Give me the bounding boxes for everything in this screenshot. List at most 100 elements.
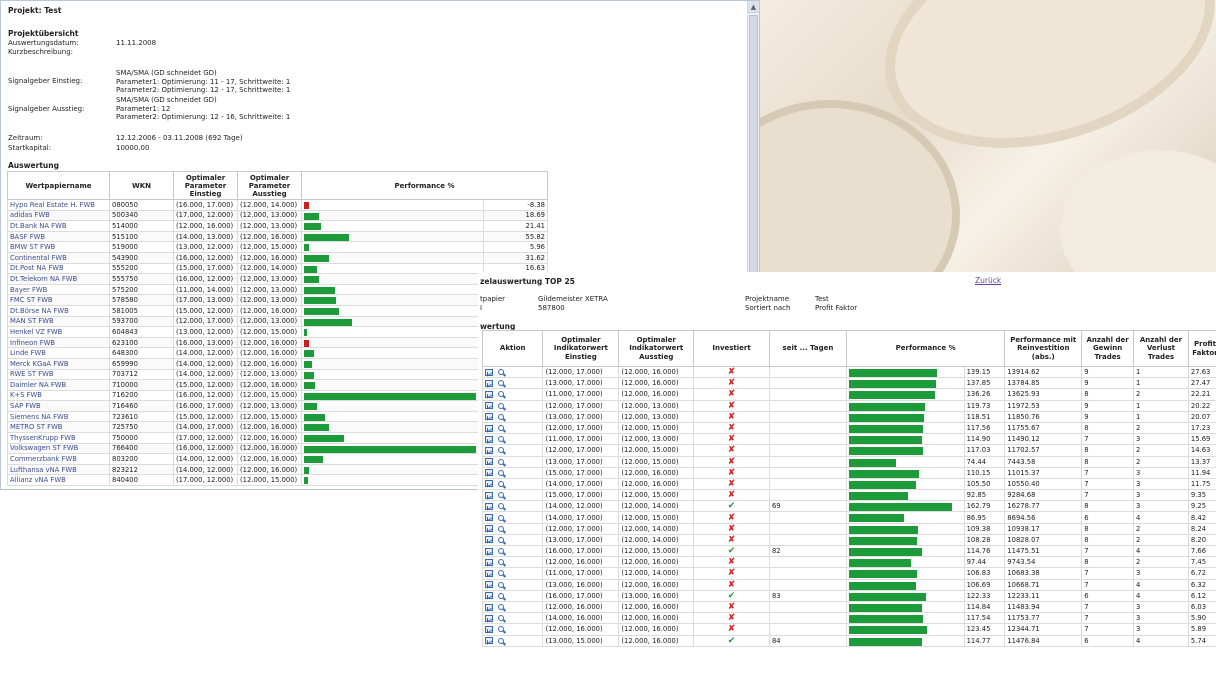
col-header[interactable]: Optimaler Parameter Einstieg — [173, 171, 238, 200]
magnifier-icon[interactable] — [498, 469, 504, 476]
security-name-link[interactable]: Henkel VZ FWB — [7, 326, 110, 338]
chart-icon[interactable] — [485, 435, 493, 443]
chart-icon[interactable] — [485, 525, 493, 533]
col-header[interactable]: Investiert — [693, 330, 770, 367]
chart-icon[interactable] — [485, 469, 493, 477]
col-header[interactable]: Optimaler Indikatorwert Ausstieg — [618, 330, 695, 367]
magnifier-icon[interactable] — [498, 413, 504, 420]
invested-cell: ✘ — [693, 489, 770, 502]
security-name-link[interactable]: MAN ST FWB — [7, 315, 110, 328]
col-header[interactable]: Wertpapiername — [7, 171, 110, 200]
chart-icon[interactable] — [485, 625, 493, 633]
security-name-link[interactable]: Dt.Telekom NA FWB — [7, 273, 110, 285]
magnifier-icon[interactable] — [498, 447, 504, 454]
security-name-link[interactable]: Daimler NA FWB — [7, 379, 110, 391]
col-header[interactable]: Performance % — [301, 171, 548, 200]
security-name-link[interactable]: FMC ST FWB — [7, 294, 110, 306]
reinvest-value: 10683.38 — [1004, 567, 1083, 580]
chart-icon[interactable] — [485, 480, 493, 488]
security-name-link[interactable]: Linde FWB — [7, 347, 110, 359]
security-name-link[interactable]: RWE ST FWB — [7, 368, 110, 381]
col-header[interactable]: Aktion — [481, 330, 544, 367]
security-name-link[interactable]: ThyssenKrupp FWB — [7, 432, 110, 444]
magnifier-icon[interactable] — [498, 436, 504, 443]
magnifier-icon[interactable] — [498, 380, 504, 387]
chart-icon[interactable] — [485, 446, 493, 454]
magnifier-icon[interactable] — [498, 492, 504, 499]
magnifier-icon[interactable] — [498, 391, 504, 398]
security-name-link[interactable]: K+S FWB — [7, 389, 110, 402]
security-name-link[interactable]: Hypo Real Estate H. FWB — [7, 199, 110, 211]
chart-icon[interactable] — [485, 458, 493, 466]
magnifier-icon[interactable] — [498, 536, 504, 543]
security-name-link[interactable]: Bayer FWB — [7, 283, 110, 296]
security-name-link[interactable]: Merck KGaA FWB — [7, 357, 110, 370]
magnifier-icon[interactable] — [498, 369, 504, 376]
col-header[interactable]: Anzahl der Verlust Trades — [1132, 330, 1189, 367]
security-name-link[interactable]: Continental FWB — [7, 251, 110, 264]
col-header[interactable]: Optimaler Indikatorwert Einstieg — [542, 330, 620, 367]
chart-icon[interactable] — [485, 614, 493, 622]
security-name-link[interactable]: BMW ST FWB — [7, 241, 110, 253]
magnifier-icon[interactable] — [498, 514, 504, 521]
chart-icon[interactable] — [485, 491, 493, 499]
col-header[interactable]: Performance mit Reinvestition (abs.) — [1004, 330, 1083, 367]
security-name-link[interactable]: Siemens NA FWB — [7, 410, 110, 423]
security-name-link[interactable]: Dt.Börse NA FWB — [7, 304, 110, 317]
security-name-link[interactable]: Commerzbank FWB — [7, 453, 110, 465]
wkn-cell: 555200 — [109, 262, 174, 275]
magnifier-icon[interactable] — [498, 559, 504, 566]
security-name-link[interactable]: Lufthansa vNA FWB — [7, 463, 110, 476]
chart-icon[interactable] — [485, 637, 493, 645]
chart-icon[interactable] — [485, 390, 493, 398]
security-name-link[interactable]: Dt.Post NA FWB — [7, 262, 110, 275]
security-name-link[interactable]: Infineon FWB — [7, 336, 110, 349]
security-name-link[interactable]: Dt.Bank NA FWB — [7, 220, 110, 232]
chart-icon[interactable] — [485, 413, 493, 421]
chart-icon[interactable] — [485, 424, 493, 432]
col-header[interactable]: seit ... Tagen — [768, 330, 847, 367]
magnifier-icon[interactable] — [498, 425, 504, 432]
chart-icon[interactable] — [485, 569, 493, 577]
magnifier-icon[interactable] — [498, 637, 504, 644]
scroll-up-icon[interactable]: ▲ — [748, 1, 759, 13]
magnifier-icon[interactable] — [498, 615, 504, 622]
chart-icon[interactable] — [485, 368, 493, 376]
chart-icon[interactable] — [485, 558, 493, 566]
magnifier-icon[interactable] — [498, 604, 504, 611]
action-cell — [481, 533, 544, 547]
security-name-link[interactable]: adidas FWB — [7, 209, 110, 222]
magnifier-icon[interactable] — [498, 525, 504, 532]
magnifier-icon[interactable] — [498, 592, 504, 599]
chart-icon[interactable] — [485, 514, 493, 522]
col-header[interactable]: WKN — [109, 171, 174, 200]
security-name-link[interactable]: SAP FWB — [7, 400, 110, 412]
performance-bar — [304, 456, 323, 464]
magnifier-icon[interactable] — [498, 503, 504, 510]
chart-icon[interactable] — [485, 402, 493, 410]
chart-icon[interactable] — [485, 379, 493, 387]
chart-icon[interactable] — [485, 581, 493, 589]
col-header[interactable]: Performance % — [845, 330, 1006, 367]
profit-factor-cell: 7.66 — [1187, 544, 1216, 558]
security-name-link[interactable]: METRO ST FWB — [7, 421, 110, 434]
back-link[interactable]: Zurück — [975, 276, 1001, 285]
magnifier-icon[interactable] — [498, 626, 504, 633]
col-header[interactable]: Profit Faktor — [1187, 330, 1216, 367]
chart-icon[interactable] — [485, 603, 493, 611]
col-header[interactable]: Optimaler Parameter Ausstieg — [237, 171, 302, 200]
security-name-link[interactable]: Allianz vNA FWB — [7, 474, 110, 487]
chart-icon[interactable] — [485, 502, 493, 510]
magnifier-icon[interactable] — [498, 458, 504, 465]
chart-icon[interactable] — [485, 592, 493, 600]
security-name-link[interactable]: Volkswagen ST FWB — [7, 442, 110, 455]
chart-icon[interactable] — [485, 547, 493, 555]
chart-icon[interactable] — [485, 536, 493, 544]
magnifier-icon[interactable] — [498, 548, 504, 555]
col-header[interactable]: Anzahl der Gewinn Trades — [1081, 330, 1134, 367]
magnifier-icon[interactable] — [498, 570, 504, 577]
magnifier-icon[interactable] — [498, 402, 504, 409]
magnifier-icon[interactable] — [498, 581, 504, 588]
security-name-link[interactable]: BASF FWB — [7, 230, 110, 243]
magnifier-icon[interactable] — [498, 480, 504, 487]
